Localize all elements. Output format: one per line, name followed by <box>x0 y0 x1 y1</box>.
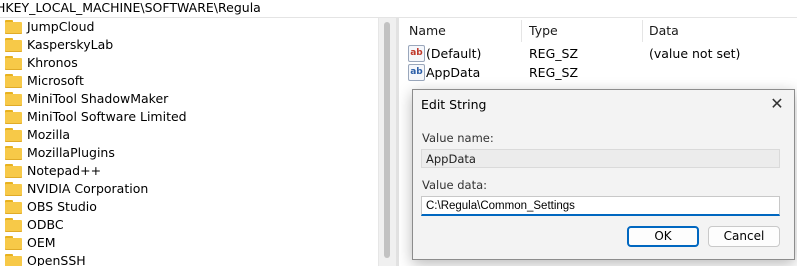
folder-icon <box>5 218 22 232</box>
value-name-label: Value name: <box>422 131 494 145</box>
folder-icon <box>5 182 22 196</box>
value-data: (value not set) <box>649 46 741 61</box>
tree-item[interactable]: OBS Studio <box>0 198 378 216</box>
tree-item[interactable]: Mozilla <box>0 126 378 144</box>
tree-item-label: JumpCloud <box>27 19 95 34</box>
tree-item-label: MiniTool ShadowMaker <box>27 91 169 106</box>
scrollbar-thumb[interactable] <box>384 22 390 258</box>
tree-item[interactable]: MiniTool Software Limited <box>0 108 378 126</box>
folder-icon <box>5 128 22 142</box>
tree-item-label: Khronos <box>27 55 78 70</box>
tree-item-label: Mozilla <box>27 127 71 142</box>
value-type: REG_SZ <box>529 65 579 80</box>
ok-button[interactable]: OK <box>627 226 699 247</box>
string-value-icon: ab <box>408 45 425 62</box>
value-name: AppData <box>426 65 481 80</box>
folder-icon <box>5 110 22 124</box>
tree-item[interactable]: Notepad++ <box>0 162 378 180</box>
folder-icon <box>5 20 22 34</box>
folder-icon <box>5 92 22 106</box>
column-divider[interactable] <box>642 20 643 42</box>
column-header-data[interactable]: Data <box>649 18 679 44</box>
cancel-button[interactable]: Cancel <box>708 226 780 247</box>
tree-item[interactable]: Khronos <box>0 54 378 72</box>
close-icon[interactable]: ✕ <box>764 93 790 115</box>
value-name: (Default) <box>426 46 482 61</box>
tree-item-label: KasperskyLab <box>27 37 114 52</box>
tree-item-label: MiniTool Software Limited <box>27 109 187 124</box>
tree-item[interactable]: ODBC <box>0 216 378 234</box>
tree-item-label: OEM <box>27 235 56 250</box>
tree-item-label: OBS Studio <box>27 199 97 214</box>
tree-item-label: Microsoft <box>27 73 84 88</box>
tree-item[interactable]: OEM <box>0 234 378 252</box>
tree-item-label: OpenSSH <box>27 253 86 266</box>
tree-item-label: Notepad++ <box>27 163 102 178</box>
string-value-icon: ab <box>408 64 425 81</box>
folder-icon <box>5 236 22 250</box>
value-type: REG_SZ <box>529 46 579 61</box>
folder-icon <box>5 164 22 178</box>
registry-tree[interactable]: JumpCloud KasperskyLab Khronos Microsoft Min… <box>0 18 378 266</box>
tree-item[interactable]: MiniTool ShadowMaker <box>0 90 378 108</box>
tree-item-label: ODBC <box>27 217 64 232</box>
value-data-label: Value data: <box>422 178 488 192</box>
dialog-title: Edit String <box>421 97 487 112</box>
tree-item[interactable]: JumpCloud <box>0 18 378 36</box>
value-name-field: AppData <box>421 149 780 168</box>
address-path: HKEY_LOCAL_MACHINE\SOFTWARE\Regula <box>0 0 261 15</box>
folder-icon <box>5 74 22 88</box>
tree-item[interactable]: OpenSSH <box>0 252 378 266</box>
tree-item[interactable]: MozillaPlugins <box>0 144 378 162</box>
tree-item[interactable]: NVIDIA Corporation <box>0 180 378 198</box>
tree-item[interactable]: KasperskyLab <box>0 36 378 54</box>
folder-icon <box>5 56 22 70</box>
folder-icon <box>5 254 22 266</box>
folder-icon <box>5 38 22 52</box>
tree-item-label: MozillaPlugins <box>27 145 115 160</box>
address-bar[interactable]: HKEY_LOCAL_MACHINE\SOFTWARE\Regula <box>0 0 797 18</box>
tree-item-label: NVIDIA Corporation <box>27 181 149 196</box>
folder-icon <box>5 200 22 214</box>
edit-string-dialog: Edit String ✕ Value name: AppData Value … <box>412 89 795 260</box>
column-header-name[interactable]: Name <box>409 18 446 44</box>
value-row-default[interactable]: ab (Default) REG_SZ (value not set) <box>399 44 797 63</box>
value-row-appdata[interactable]: ab AppData REG_SZ <box>399 63 797 82</box>
value-data-input[interactable] <box>421 196 780 216</box>
tree-item[interactable]: Microsoft <box>0 72 378 90</box>
folder-icon <box>5 146 22 160</box>
column-divider[interactable] <box>521 20 522 42</box>
tree-scrollbar[interactable] <box>378 18 396 266</box>
column-header-type[interactable]: Type <box>529 18 558 44</box>
